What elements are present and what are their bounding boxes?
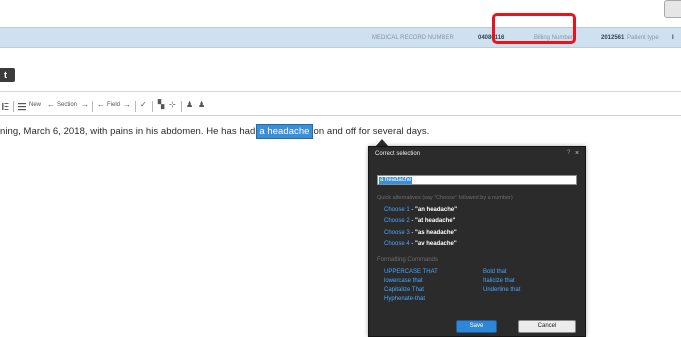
choose-link[interactable]: Choose 2 — [384, 218, 410, 224]
checkmark-icon[interactable]: ✓ — [140, 100, 147, 109]
arrow-right-icon[interactable]: → — [123, 100, 131, 109]
menu-lines-icon[interactable] — [18, 101, 26, 111]
patient-info-bar: MEDICAL RECORD NUMBER 04080116 Billing N… — [0, 27, 681, 48]
selected-text[interactable]: a headache — [256, 124, 313, 139]
patient-type-label: Patient type — [627, 35, 659, 41]
toolbar-separator — [135, 101, 136, 112]
person-icon[interactable]: ♟ — [186, 100, 193, 109]
align-icon[interactable] — [2, 101, 9, 111]
alternative-3[interactable]: Choose 3 - "as headache" — [384, 230, 457, 236]
text-after-selection: on and off for several days. — [313, 126, 430, 137]
app-window: MEDICAL RECORD NUMBER 04080116 Billing N… — [0, 0, 681, 337]
correct-selection-dialog: Correct selection ? × a headache Quick a… — [368, 146, 586, 337]
toolbar-separator — [13, 101, 14, 112]
arrow-left-icon[interactable]: ← — [47, 100, 55, 109]
alternative-value: "av headache" — [415, 241, 457, 247]
toolbar-divider — [0, 115, 681, 116]
new-button[interactable]: New — [29, 102, 41, 108]
billing-value: 2012561 — [601, 35, 625, 41]
text-before-selection: ning, March 6, 2018, with pains in his a… — [0, 126, 256, 137]
editor-toolbar: New ← Section → ← Field → ✓ ▚ ⊹ ♟ ♟ — [0, 100, 681, 114]
find-replace-icon[interactable]: ⊹ — [169, 100, 176, 109]
bold-command[interactable]: Bold that — [483, 269, 507, 275]
italicize-command[interactable]: Italicize that — [483, 278, 515, 284]
find-binoculars-icon[interactable]: ▚ — [158, 100, 164, 109]
lowercase-command[interactable]: lowercase that — [384, 278, 423, 284]
uppercase-command[interactable]: UPPERCASE THAT — [384, 269, 438, 275]
alternative-4[interactable]: Choose 4 - "av headache" — [384, 241, 457, 247]
alternative-2[interactable]: Choose 2 - "at headache" — [384, 218, 455, 224]
alternative-value: "as headache" — [415, 230, 457, 236]
highlight-annotation-box — [492, 13, 576, 44]
patient-type-value: I — [672, 35, 674, 41]
choose-link[interactable]: Choose 3 — [384, 230, 410, 236]
alternative-1[interactable]: Choose 1 - "an headache" — [384, 207, 457, 213]
toolbar-separator — [92, 101, 93, 112]
formatting-commands-header: Formatting Commands — [377, 257, 439, 263]
section-label: Section — [57, 102, 78, 108]
alternative-value: "at headache" — [415, 218, 456, 224]
toolbar-separator — [152, 101, 153, 112]
capitalize-command[interactable]: Capitalize That — [384, 287, 424, 293]
field-label: Field — [107, 102, 121, 108]
underline-command[interactable]: Underline that — [483, 287, 520, 293]
window-corner-button[interactable] — [664, 0, 681, 18]
selection-input-highlight: a headache — [379, 177, 413, 184]
cancel-button[interactable]: Cancel — [518, 320, 576, 333]
arrow-right-icon[interactable]: → — [81, 100, 89, 109]
dialog-title: Correct selection — [375, 151, 421, 157]
close-icon[interactable]: × — [575, 150, 579, 157]
toolbar-separator — [181, 101, 182, 112]
choose-link[interactable]: Choose 4 — [384, 241, 410, 247]
save-button[interactable]: Save — [456, 320, 497, 333]
hyphenate-command[interactable]: Hyphenate-that — [384, 296, 425, 302]
help-icon[interactable]: ? — [567, 150, 570, 156]
header-divider — [0, 91, 681, 92]
choose-link[interactable]: Choose 1 — [384, 207, 410, 213]
document-text-line[interactable]: ning, March 6, 2018, with pains in his a… — [0, 124, 430, 139]
arrow-left-icon[interactable]: ← — [97, 100, 105, 109]
document-title-chip[interactable]: t — [0, 68, 15, 82]
alternatives-hint: Quick alternatives (say "Choose" followe… — [377, 195, 513, 201]
alternative-value: "an headache" — [415, 207, 458, 213]
person-single-icon[interactable]: ♟ — [198, 100, 205, 109]
mrn-label: MEDICAL RECORD NUMBER — [372, 35, 454, 41]
